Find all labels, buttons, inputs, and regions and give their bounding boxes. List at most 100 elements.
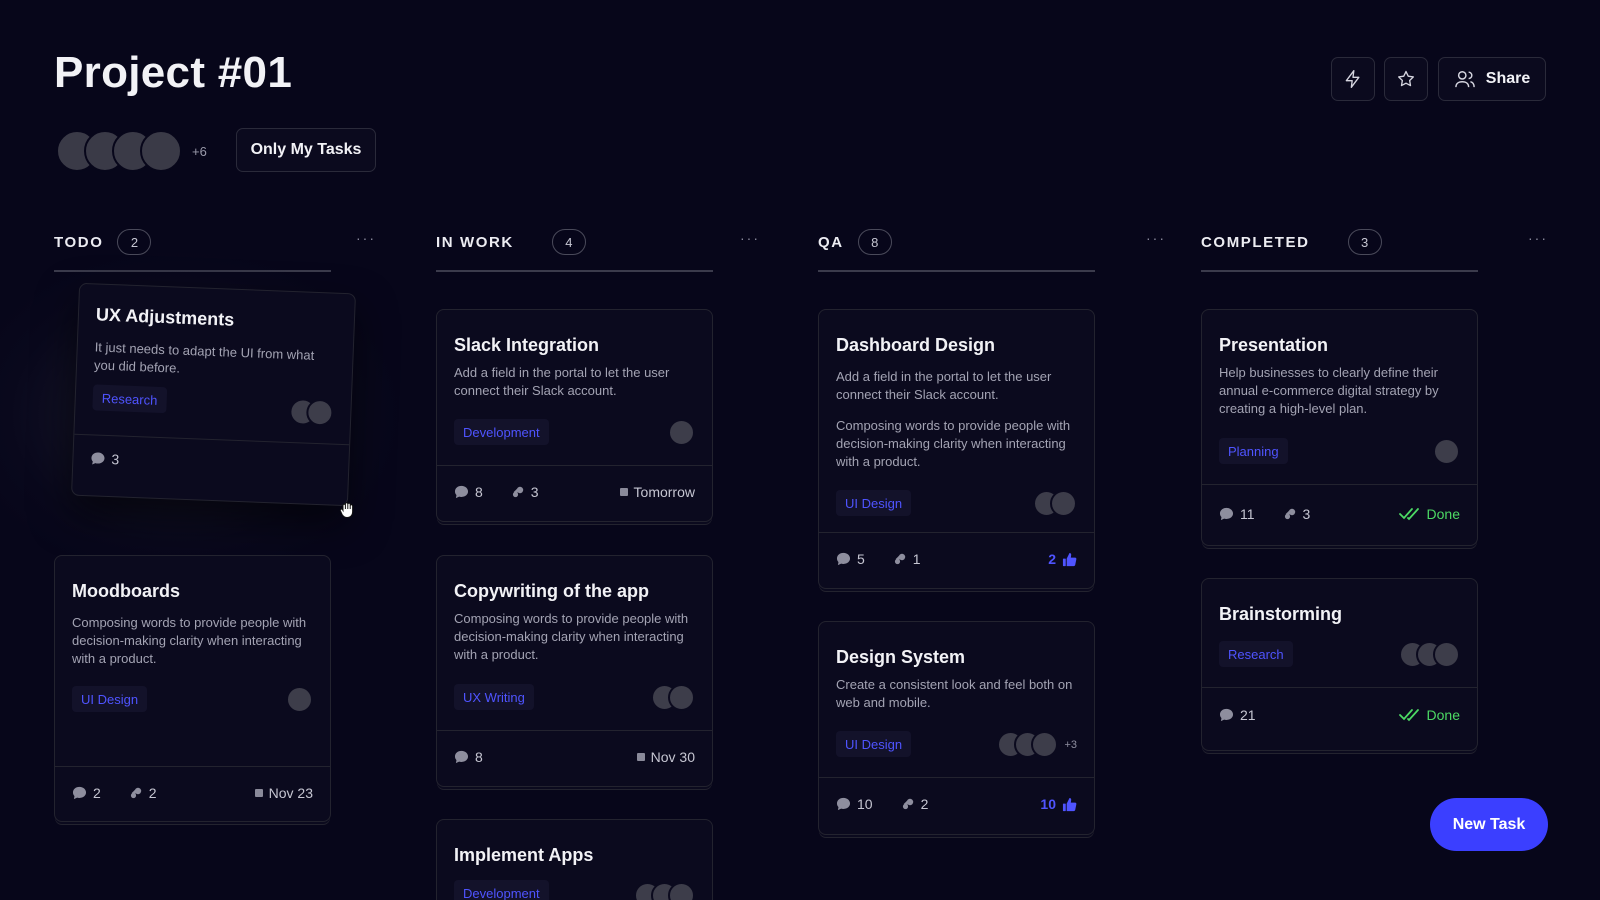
due-date[interactable]: Nov 30 <box>636 749 695 765</box>
attachment-count: 2 <box>148 785 157 801</box>
card-assignees[interactable]: +3 <box>997 731 1077 758</box>
comment-count: 5 <box>857 551 865 567</box>
kanban-board: Project #01 +6 Only My Tasks Share TODO … <box>0 0 1600 900</box>
extra-members-count[interactable]: +6 <box>192 144 207 159</box>
due-date-label: Tomorrow <box>633 484 695 500</box>
card-meta: 21 <box>1219 707 1256 723</box>
only-my-tasks-button[interactable]: Only My Tasks <box>236 128 376 172</box>
due-date[interactable]: Tomorrow <box>619 484 695 500</box>
avatar[interactable] <box>1050 490 1077 517</box>
attachment-count: 1 <box>912 551 921 567</box>
avatar[interactable] <box>668 419 695 446</box>
card-tag[interactable]: Research <box>92 384 167 414</box>
task-card-implement-apps[interactable]: Implement Apps Development <box>436 819 713 900</box>
attachment-count: 3 <box>1302 506 1311 522</box>
column-menu-button[interactable]: ··· <box>1528 230 1548 246</box>
card-tag[interactable]: UI Design <box>72 686 148 712</box>
card-divider <box>437 465 712 466</box>
task-card-slack-integration[interactable]: Slack Integration Add a field in the por… <box>436 309 713 522</box>
thumbs-up-icon <box>1062 797 1077 811</box>
avatar[interactable] <box>668 882 695 900</box>
card-tag[interactable]: Development <box>454 880 549 900</box>
card-meta: 2 2 <box>72 785 157 801</box>
column-menu-button[interactable]: ··· <box>1146 230 1166 246</box>
card-tag[interactable]: Development <box>454 419 549 445</box>
column-menu-button[interactable]: ··· <box>740 230 760 246</box>
like-count: 10 <box>1040 796 1056 812</box>
grab-hand-icon <box>339 502 354 519</box>
like-button[interactable]: 10 <box>1040 796 1077 812</box>
card-assignees[interactable] <box>286 686 313 713</box>
card-assignees[interactable] <box>634 882 695 900</box>
card-assignees[interactable] <box>288 397 334 427</box>
column-count: 3 <box>1347 229 1382 255</box>
task-card-ux-adjustments[interactable]: UX Adjustments It just needs to adapt th… <box>71 282 356 507</box>
done-status: Done <box>1398 707 1460 723</box>
task-card-design-system[interactable]: Design System Create a consistent look a… <box>818 621 1095 835</box>
team-avatars[interactable]: +6 <box>56 130 207 172</box>
status-label: Done <box>1426 506 1460 522</box>
avatar[interactable] <box>1433 641 1460 668</box>
card-meta: 3 <box>90 450 120 468</box>
card-tag[interactable]: UI Design <box>836 731 912 757</box>
card-tag[interactable]: UX Writing <box>454 684 534 710</box>
double-check-icon <box>1398 508 1419 521</box>
paperclip-icon <box>512 486 523 498</box>
task-card-dashboard-design[interactable]: Dashboard Design Add a field in the port… <box>818 309 1095 589</box>
column-title: COMPLETED <box>1201 233 1310 251</box>
card-title: Dashboard Design <box>836 335 996 355</box>
new-task-button[interactable]: New Task <box>1430 798 1548 851</box>
comment-icon <box>836 552 851 566</box>
share-button[interactable]: Share <box>1438 57 1546 101</box>
column-header-completed: COMPLETED 3 <box>1201 229 1382 255</box>
card-divider <box>1202 687 1477 688</box>
comment-count: 8 <box>475 749 483 765</box>
comment-icon <box>454 750 469 764</box>
column-title: TODO <box>54 233 104 251</box>
column-count: 8 <box>857 229 892 255</box>
card-assignees[interactable] <box>668 419 695 446</box>
due-date[interactable]: Nov 23 <box>254 785 313 801</box>
card-assignees[interactable] <box>1033 490 1077 517</box>
card-assignees[interactable] <box>1399 641 1460 668</box>
card-assignees[interactable] <box>1433 438 1460 465</box>
column-menu-button[interactable]: ··· <box>356 230 376 246</box>
avatar[interactable] <box>305 398 334 427</box>
automation-button[interactable] <box>1331 57 1375 101</box>
card-title: Design System <box>836 647 966 667</box>
task-card-moodboards[interactable]: Moodboards Composing words to provide pe… <box>54 555 331 822</box>
avatar[interactable] <box>1031 731 1059 758</box>
favorite-button[interactable] <box>1384 57 1428 101</box>
card-title: Moodboards <box>72 581 180 601</box>
card-assignees[interactable] <box>651 684 695 711</box>
task-card-brainstorming[interactable]: Brainstorming Research 21 Done <box>1201 578 1478 751</box>
column-divider <box>818 270 1095 272</box>
comment-count: 2 <box>93 785 101 801</box>
avatar[interactable] <box>140 130 182 172</box>
avatar[interactable] <box>1433 438 1460 465</box>
card-description: Help businesses to clearly define their … <box>1219 365 1439 416</box>
card-tag[interactable]: UI Design <box>836 490 912 516</box>
card-meta: 11 3 <box>1219 506 1310 522</box>
attachment-count: 3 <box>530 484 539 500</box>
task-card-copywriting[interactable]: Copywriting of the app Composing words t… <box>436 555 713 787</box>
avatar[interactable] <box>286 686 313 713</box>
task-card-presentation[interactable]: Presentation Help businesses to clearly … <box>1201 309 1478 546</box>
like-count: 2 <box>1048 551 1056 567</box>
share-label: Share <box>1485 70 1531 87</box>
avatar[interactable] <box>668 684 695 711</box>
like-button[interactable]: 2 <box>1048 551 1077 567</box>
comment-icon <box>91 452 105 465</box>
card-tag[interactable]: Planning <box>1219 438 1288 464</box>
attachment-count: 2 <box>920 796 929 812</box>
extra-assignees-count[interactable]: +3 <box>1064 739 1077 751</box>
card-description: Add a field in the portal to let the use… <box>836 369 1052 402</box>
column-title: IN WORK <box>436 233 514 251</box>
column-count: 4 <box>551 229 586 255</box>
card-tag[interactable]: Research <box>1219 641 1293 667</box>
card-description-extra: Composing words to provide people with d… <box>836 418 1071 469</box>
paperclip-icon <box>902 798 913 810</box>
comment-count: 3 <box>111 451 120 468</box>
column-divider <box>1201 270 1478 272</box>
card-divider <box>74 433 350 446</box>
